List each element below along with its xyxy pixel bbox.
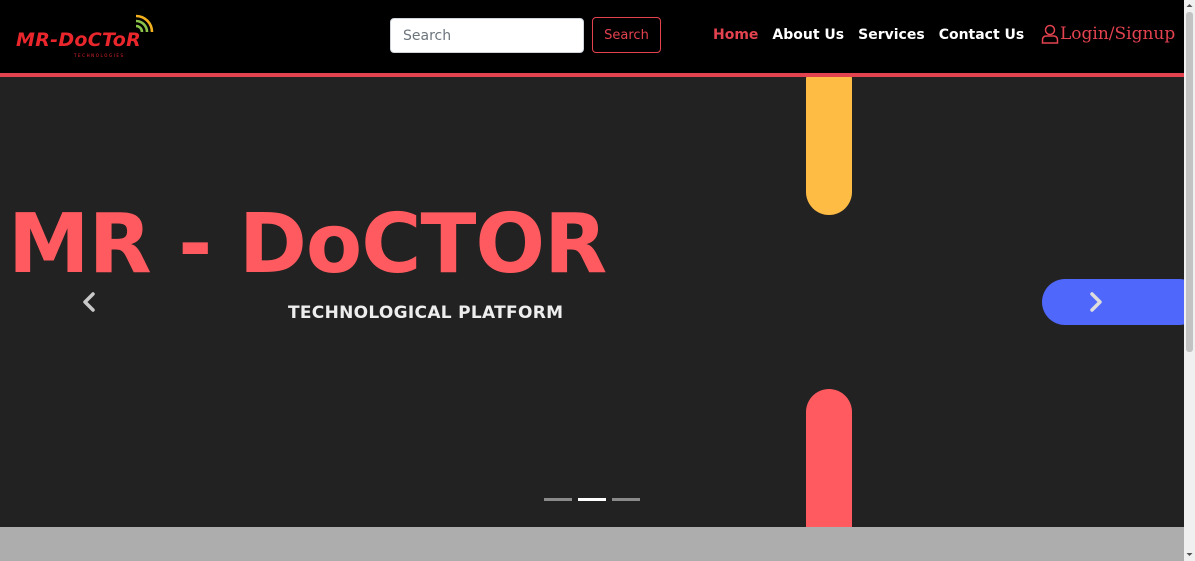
main-nav: Home About Us Services Contact Us xyxy=(713,27,1038,43)
hero-carousel: MR - DoCTOR TECHNOLOGICAL PLATFORM xyxy=(0,77,1184,527)
chevron-left-icon xyxy=(83,292,95,312)
user-icon xyxy=(1041,24,1059,44)
logo-text: MR-DoCToR xyxy=(16,29,142,51)
scroll-up-arrow-icon[interactable] xyxy=(1184,0,1195,11)
carousel-next-button[interactable] xyxy=(1083,285,1109,319)
navbar: MR-DoCToR TECHNOLOGIES Search Home About… xyxy=(0,0,1184,73)
scrollbar-thumb[interactable] xyxy=(1186,12,1193,352)
carousel-indicator-1[interactable] xyxy=(544,498,572,501)
decorative-pill-red xyxy=(806,389,852,527)
nav-item-home[interactable]: Home xyxy=(713,27,758,43)
brand-logo[interactable]: MR-DoCToR TECHNOLOGIES xyxy=(16,12,161,62)
nav-item-contact-us[interactable]: Contact Us xyxy=(939,27,1025,43)
carousel-indicators xyxy=(544,498,640,501)
hero-subtitle: TECHNOLOGICAL PLATFORM xyxy=(288,303,564,323)
login-signup-link[interactable]: Login/Signup xyxy=(1041,24,1175,44)
search-input[interactable] xyxy=(390,18,584,53)
carousel-prev-button[interactable] xyxy=(76,285,102,319)
logo-subtext: TECHNOLOGIES xyxy=(74,53,125,58)
login-signup-label: Login/Signup xyxy=(1060,24,1176,44)
carousel-indicator-2[interactable] xyxy=(578,498,606,501)
decorative-pill-yellow xyxy=(806,77,852,215)
vertical-scrollbar[interactable] xyxy=(1184,0,1195,561)
chevron-right-icon xyxy=(1090,292,1102,312)
nav-item-services[interactable]: Services xyxy=(858,27,925,43)
decorative-pill-blue xyxy=(1042,279,1184,325)
hero-title: MR - DoCTOR xyxy=(8,197,607,292)
page: MR-DoCToR TECHNOLOGIES Search Home About… xyxy=(0,0,1195,561)
search-button[interactable]: Search xyxy=(592,17,661,53)
scroll-down-arrow-icon[interactable] xyxy=(1184,549,1195,560)
carousel-indicator-3[interactable] xyxy=(612,498,640,501)
nav-item-about-us[interactable]: About Us xyxy=(772,27,844,43)
